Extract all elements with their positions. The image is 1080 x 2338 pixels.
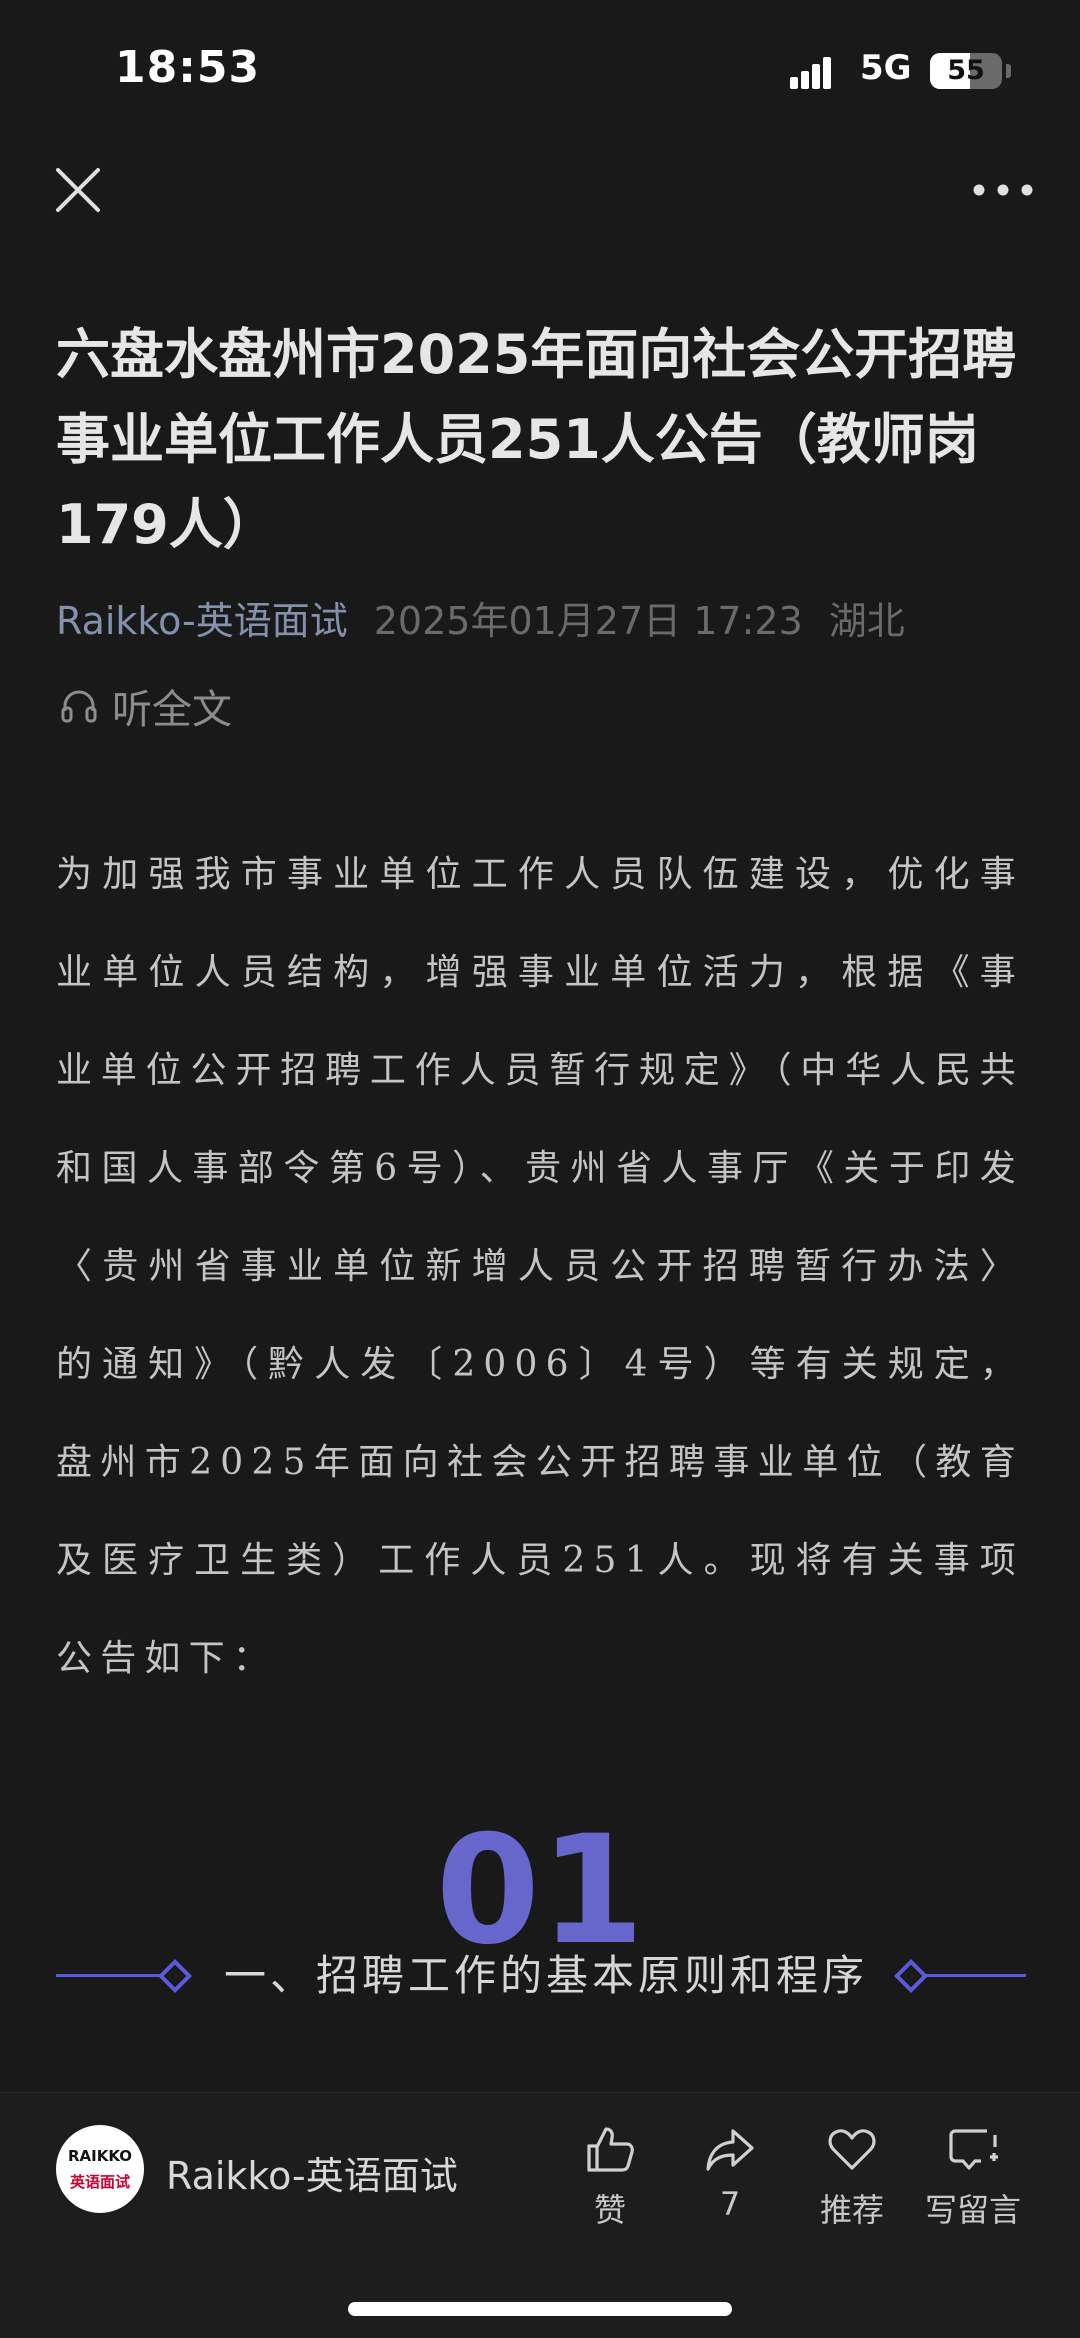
battery-tip xyxy=(1006,64,1011,78)
thumbs-up-icon xyxy=(587,2127,634,2172)
section-heading: 一、招聘工作的基本原则和程序 xyxy=(56,1946,1026,2006)
avatar[interactable]: RAIKKO 英语面试 xyxy=(56,2125,144,2213)
article-body: 为加强我市事业单位工作人员队伍建设，优化事业单位人员结构，增强事业单位活力，根据… xyxy=(56,854,1024,1679)
recommend-button[interactable]: 推荐 xyxy=(797,2121,907,2231)
account-name[interactable]: Raikko-英语面试 xyxy=(166,2145,458,2200)
share-icon xyxy=(706,2129,754,2171)
home-indicator[interactable] xyxy=(348,2302,732,2316)
recommend-label: 推荐 xyxy=(819,2191,884,2229)
listen-label: 听全文 xyxy=(112,687,232,733)
like-button[interactable]: 赞 xyxy=(555,2121,665,2231)
article-meta: Raikko-英语面试 2025年01月27日 17:23 湖北 xyxy=(56,590,1046,645)
heart-icon xyxy=(828,2129,876,2170)
listen-full-text-button[interactable]: 听全文 xyxy=(60,677,232,735)
section-line-right xyxy=(922,1974,1026,1977)
battery-percent: 55 xyxy=(947,55,985,86)
avatar-logo-subtext: 英语面试 xyxy=(69,2173,130,2191)
diamond-icon xyxy=(158,1959,192,1993)
section-line-left xyxy=(56,1974,160,1977)
article-title: 六盘水盘州市2025年面向社会公开招聘事业单位工作人员251人公告（教师岗179… xyxy=(56,323,1017,556)
status-bar: 18:53 5G 55 xyxy=(0,0,1080,150)
network-type: 5G xyxy=(860,48,912,88)
write-comment-button[interactable]: 写留言 xyxy=(918,2121,1028,2231)
battery-icon: 55 xyxy=(930,53,1002,89)
share-button[interactable]: 7 xyxy=(675,2121,785,2223)
more-options-icon[interactable] xyxy=(970,180,1036,200)
comment-add-icon xyxy=(949,2129,998,2170)
headphones-icon xyxy=(61,690,97,723)
like-label: 赞 xyxy=(593,2191,626,2229)
avatar-logo-text: RAIKKO xyxy=(67,2147,133,2165)
author-link[interactable]: Raikko-英语面试 xyxy=(56,599,348,643)
share-count: 7 xyxy=(719,2185,741,2223)
publish-date: 2025年01月27日 17:23 xyxy=(373,599,803,643)
section-title: 一、招聘工作的基本原则和程序 xyxy=(223,1951,868,2000)
signal-icon xyxy=(790,55,842,89)
close-icon[interactable] xyxy=(50,162,106,218)
status-time: 18:53 xyxy=(115,42,261,93)
write-comment-label: 写留言 xyxy=(924,2191,1021,2229)
section-number: 01 xyxy=(435,1804,645,1978)
publish-region: 湖北 xyxy=(828,599,905,643)
